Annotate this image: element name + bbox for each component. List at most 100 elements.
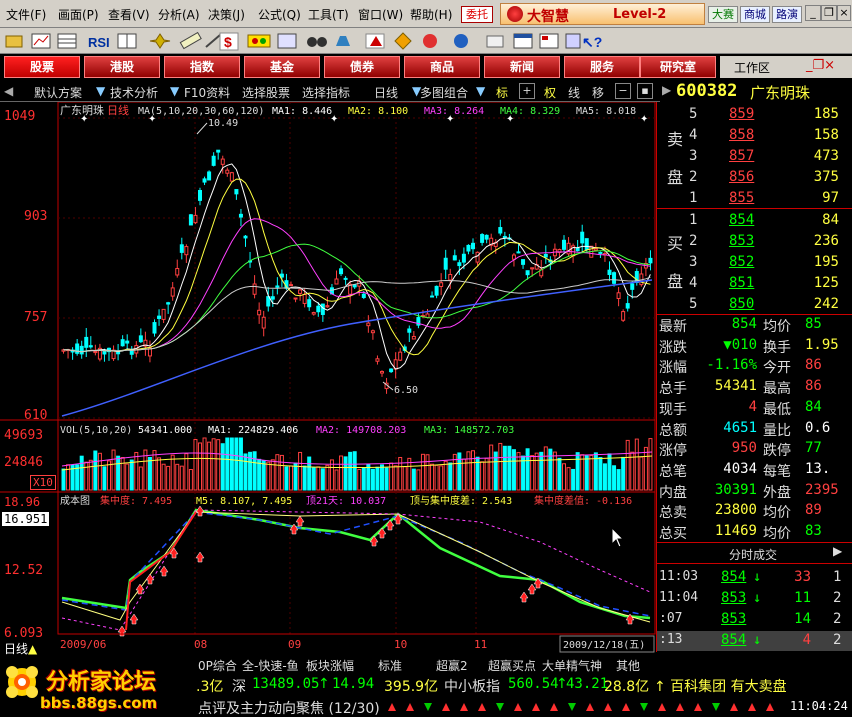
menu-help[interactable]: 帮助(H) (410, 6, 452, 23)
btab-4[interactable]: 超赢2 (436, 657, 468, 674)
quote-value-2: 83 (805, 523, 822, 539)
buy-label-1: 买 (667, 234, 684, 253)
period-button[interactable]: 日线 (374, 84, 398, 101)
tab-stocks[interactable]: 股票 (4, 56, 80, 78)
menu-decision[interactable]: 决策(J) (208, 6, 245, 23)
scroll-left-icon[interactable]: ◀ (4, 84, 13, 98)
tab-commodities[interactable]: 商品 (404, 56, 480, 78)
buy-label-2: 盘 (667, 272, 684, 291)
dollar-icon[interactable]: $ (219, 32, 239, 51)
chart-area[interactable]: ✦ ✦ ✦ ✦ ✦ ✦ 广东明珠 日线 MA(5,10,20,30,60,120) MA1:… (0, 102, 656, 656)
ticker-news[interactable]: ↑ 百科集团 有大卖盘 (654, 676, 787, 696)
rsi-icon[interactable]: RSI (88, 35, 110, 50)
diamond-icon[interactable] (394, 32, 412, 50)
multi-chart-button[interactable]: 多图组合 (420, 84, 468, 101)
default-scheme-button[interactable]: 默认方案 (34, 84, 82, 101)
candle (307, 296, 312, 311)
zoom-out-icon[interactable]: − (615, 83, 631, 99)
ticks-scroll-icon[interactable]: ▶ (833, 544, 842, 558)
tech-analysis-dropdown-icon[interactable]: ▼ (96, 84, 105, 98)
volume-bar (398, 456, 403, 491)
select-stock-button[interactable]: 选择股票 (242, 84, 290, 101)
minimize-icon[interactable]: _ (805, 5, 821, 21)
help-icon[interactable]: ↖? (582, 34, 602, 50)
alarm-icon[interactable] (365, 33, 385, 49)
move-icon[interactable] (149, 33, 171, 49)
mark-button[interactable]: 标 (496, 84, 508, 101)
bell-icon[interactable] (336, 36, 350, 46)
f10-button[interactable]: F10资料 (184, 84, 230, 101)
tab-bonds[interactable]: 债券 (324, 56, 400, 78)
ruler-icon[interactable] (179, 31, 202, 50)
zoom-in-icon[interactable]: ▪ (637, 83, 653, 99)
tab-hk-stocks[interactable]: 港股 (84, 56, 160, 78)
candle (393, 352, 398, 379)
tab-funds[interactable]: 基金 (244, 56, 320, 78)
volume-bar (375, 466, 380, 491)
restore-icon[interactable]: ❐ (821, 5, 837, 21)
panel-controls-icon[interactable]: _❐× (806, 58, 835, 73)
window-icon[interactable] (513, 33, 533, 49)
volume-bar (84, 461, 89, 491)
search-icon[interactable] (423, 34, 437, 48)
rights-button[interactable]: 权 (544, 84, 556, 101)
btab-5[interactable]: 超赢买点 (488, 657, 536, 674)
tab-services[interactable]: 服务 (564, 56, 640, 78)
table-icon[interactable] (57, 33, 77, 49)
btab-7[interactable]: 其他 (616, 657, 640, 674)
quote-value: 4 (748, 398, 757, 415)
volume-bar (266, 461, 271, 491)
menu-screen[interactable]: 画面(P) (58, 6, 99, 23)
tech-analysis-button[interactable]: 技术分析 (110, 84, 158, 101)
menu-window[interactable]: 窗口(W) (358, 6, 403, 23)
line-button[interactable]: 线 (568, 84, 580, 101)
status-text[interactable]: 点评及主力动向聚焦 (12/30) (198, 698, 380, 717)
btab-3[interactable]: 标准 (378, 657, 402, 674)
signal-icon[interactable] (247, 34, 271, 48)
period-tab[interactable]: 日线▲ (4, 640, 38, 657)
candle (521, 259, 526, 269)
menu-formula[interactable]: 公式(Q) (258, 6, 301, 23)
cost-top-bottom: 顶与集中度差: 2.543 (410, 494, 512, 507)
close-icon[interactable]: × (837, 5, 851, 21)
quote-value-2: 86 (805, 378, 822, 395)
layout-icon[interactable] (277, 33, 297, 49)
binoculars-icon[interactable] (307, 37, 327, 47)
mall-button[interactable]: 商城 (740, 6, 770, 23)
f10-dropdown-icon[interactable]: ▼ (170, 84, 179, 98)
menu-tools[interactable]: 工具(T) (308, 6, 349, 23)
volume-bar (612, 465, 617, 491)
stock-prev-icon[interactable]: ▶ (662, 83, 671, 97)
candle (198, 187, 202, 206)
folder-icon[interactable] (5, 35, 23, 48)
btab-6[interactable]: 大单精气神 (542, 657, 602, 674)
menu-file[interactable]: 文件(F) (6, 6, 46, 23)
move-button[interactable]: 移 (592, 84, 604, 101)
volume-bar (625, 439, 630, 491)
btab-2[interactable]: 板块涨幅 (306, 657, 354, 674)
tile-icon[interactable] (539, 33, 559, 49)
trade-order-button[interactable]: 委托 (461, 6, 493, 23)
btab-1[interactable]: 全-快速-鱼 (242, 657, 299, 674)
globe-icon[interactable] (454, 34, 468, 48)
crosshair-icon[interactable]: + (519, 83, 535, 99)
quote-label: 涨停 (659, 443, 687, 460)
panel-icon[interactable] (565, 33, 581, 49)
workarea-label[interactable]: 工作区 (734, 59, 770, 76)
contest-button[interactable]: 大赛 (708, 6, 738, 23)
volume-bar (198, 442, 202, 491)
menu-view[interactable]: 查看(V) (108, 6, 150, 23)
multi-chart-arrow-icon[interactable]: ▼ (476, 84, 485, 98)
tab-news[interactable]: 新闻 (484, 56, 560, 78)
sell-level: 3 (689, 148, 698, 164)
select-indicator-button[interactable]: 选择指标 (302, 84, 350, 101)
btab-0[interactable]: 0P综合 (198, 657, 237, 674)
tab-index[interactable]: 指数 (164, 56, 240, 78)
print-icon[interactable] (486, 35, 504, 48)
tab-research[interactable]: 研究室 (640, 56, 716, 78)
draw-icon[interactable] (205, 34, 221, 48)
menu-analysis[interactable]: 分析(A) (158, 6, 200, 23)
chart-icon[interactable] (31, 33, 51, 49)
roadshow-button[interactable]: 路演 (772, 6, 802, 23)
grid-icon[interactable] (117, 33, 137, 49)
